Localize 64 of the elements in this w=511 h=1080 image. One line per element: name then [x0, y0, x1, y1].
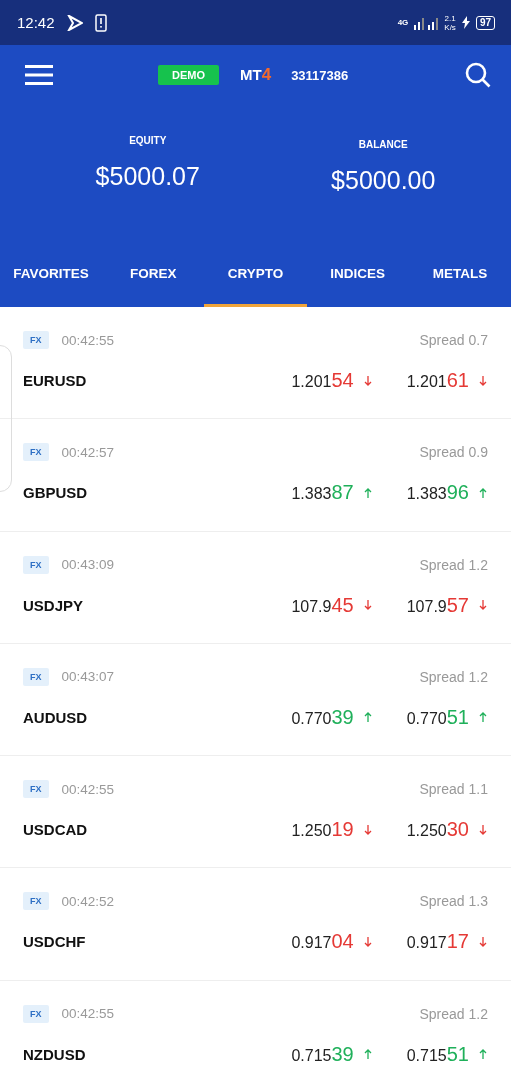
summary-value: $5000.00: [331, 166, 436, 195]
summary-value: $5000.07: [95, 162, 200, 191]
symbol[interactable]: USDCHF: [23, 933, 183, 951]
tab[interactable]: CRYPTO: [204, 241, 307, 307]
price: 1.38387: [291, 481, 354, 505]
spread: Spread 0.9: [419, 444, 488, 461]
summary-label: BALANCE: [358, 139, 408, 150]
tab[interactable]: FOREX: [102, 241, 205, 307]
network-speed: 2.1 K/s: [444, 13, 456, 32]
signal-icon: [414, 15, 439, 30]
symbol[interactable]: AUDUSD: [23, 708, 183, 726]
spread: Spread 0.7: [419, 332, 488, 348]
network-type: 4G: [397, 18, 409, 27]
search-icon[interactable]: [465, 62, 491, 88]
symbol[interactable]: USDJPY: [23, 596, 183, 614]
price: 0.77039: [291, 705, 354, 729]
market-tag: FX: [23, 331, 49, 349]
price: 0.77051: [406, 705, 469, 729]
tab[interactable]: METALS: [408, 241, 511, 307]
price: 0.91717: [406, 930, 469, 954]
spread: Spread 1.2: [419, 668, 488, 685]
spread: Spread 1.2: [419, 556, 488, 573]
quote-time: 00:43:09: [61, 557, 115, 573]
market-tag: FX: [23, 780, 49, 799]
market-tag: FX: [23, 1004, 49, 1023]
tab[interactable]: INDICES: [306, 241, 409, 307]
demo-badge: DEMO: [158, 65, 219, 85]
price: 1.20161: [406, 369, 469, 392]
symbol[interactable]: GBPUSD: [23, 484, 183, 502]
phone-alert-icon: [94, 13, 107, 32]
price: 1.25030: [406, 818, 469, 842]
logo: MT4: [240, 65, 272, 85]
quote-time: 00:42:55: [61, 332, 115, 348]
market-tag: FX: [23, 555, 49, 574]
quote-time: 00:42:52: [61, 894, 115, 909]
menu-icon[interactable]: [25, 65, 53, 85]
spread: Spread 1.2: [419, 1005, 488, 1022]
quote-time: 00:42:57: [61, 444, 115, 460]
price: 107.945: [291, 593, 354, 617]
symbol[interactable]: USDCAD: [23, 821, 183, 839]
price: 1.20154: [291, 369, 354, 392]
spread: Spread 1.3: [419, 893, 488, 910]
market-tag: FX: [23, 667, 49, 686]
quote-time: 00:43:07: [61, 669, 115, 685]
price: 107.957: [406, 593, 469, 617]
tab[interactable]: FAVORITES: [0, 241, 103, 307]
price: 0.71539: [291, 1042, 354, 1066]
symbol[interactable]: NZDUSD: [23, 1045, 183, 1063]
market-tag: FX: [23, 443, 49, 462]
price: 0.91704: [291, 930, 354, 954]
play-store-icon: [66, 14, 83, 31]
charging-icon: [461, 16, 470, 29]
price: 1.38396: [406, 481, 469, 505]
account-number: 33117386: [291, 67, 349, 83]
market-tag: FX: [23, 892, 49, 911]
clock: 12:42: [17, 14, 55, 31]
price: 0.71551: [406, 1042, 469, 1066]
symbol[interactable]: EURUSD: [23, 372, 183, 389]
price: 1.25019: [291, 818, 354, 842]
spread: Spread 1.1: [419, 781, 488, 798]
summary-label: EQUITY: [129, 135, 167, 146]
battery-level: 97: [475, 15, 495, 30]
quote-time: 00:42:55: [61, 1006, 115, 1022]
quote-time: 00:42:55: [61, 781, 115, 797]
